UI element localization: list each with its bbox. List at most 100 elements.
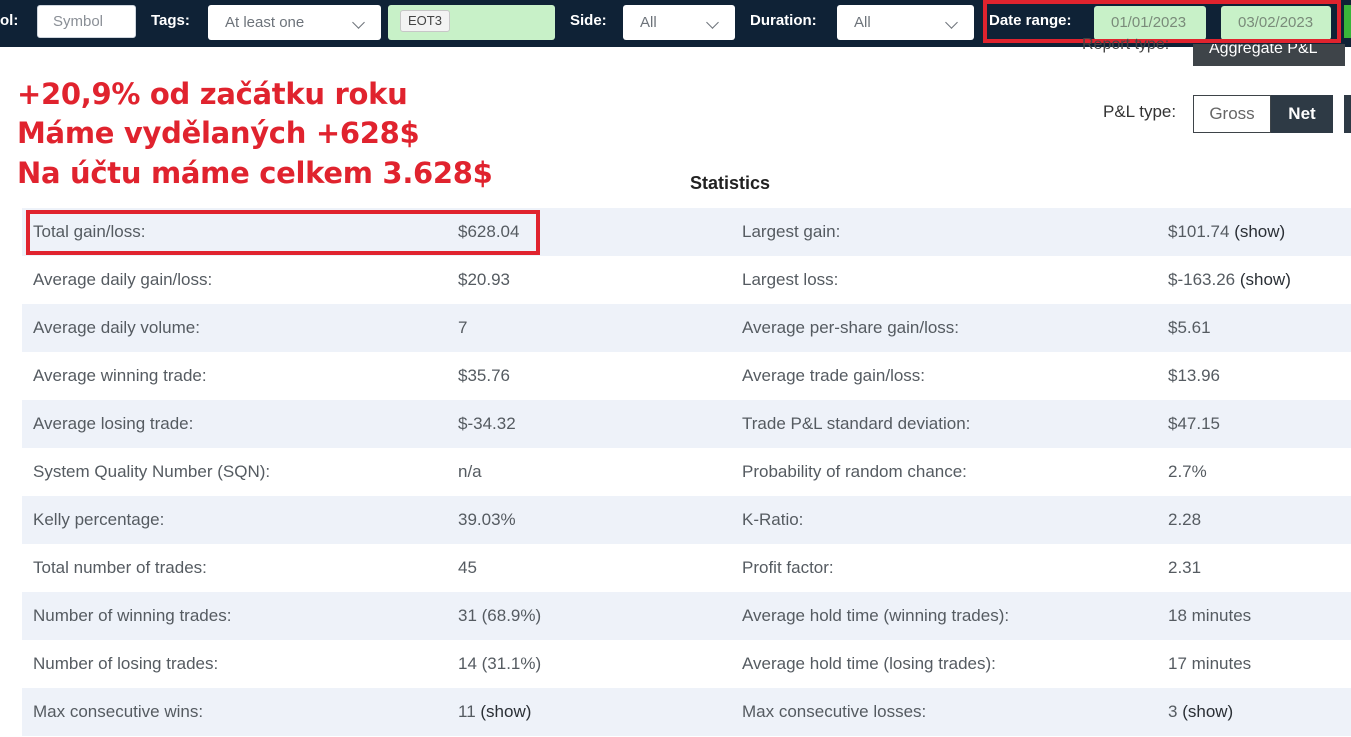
- stat-label: Average daily volume:: [33, 304, 200, 352]
- stat-label-text: Average hold time (winning trades):: [742, 606, 1010, 625]
- stat-value: $47.15: [1168, 400, 1220, 448]
- annotation-earned: Máme vydělaných +628$: [17, 116, 420, 150]
- duration-label: Duration:: [750, 12, 817, 29]
- show-link[interactable]: (show): [1182, 702, 1233, 721]
- stat-value-text: 17 minutes: [1168, 654, 1252, 673]
- stat-label: K-Ratio:: [742, 496, 803, 544]
- stat-value: 31 (68.9%): [458, 592, 541, 640]
- stat-value: $20.93: [458, 256, 510, 304]
- stat-value: $35.76: [458, 352, 510, 400]
- annotation-ytd-return: +20,9% od začátku roku: [17, 77, 408, 111]
- total-gain-highlight: [26, 210, 540, 255]
- stat-label-text: Average daily volume:: [33, 318, 200, 337]
- stat-value-text: 14 (31.1%): [458, 654, 542, 673]
- duration-select-value: All: [854, 14, 871, 31]
- stat-value-text: 2.28: [1168, 510, 1202, 529]
- divider: [1060, 47, 1351, 53]
- pl-type-gross-button[interactable]: Gross: [1193, 95, 1271, 133]
- stat-value: 18 minutes: [1168, 592, 1251, 640]
- stat-value-text: 3: [1168, 702, 1178, 721]
- tag-chip[interactable]: EOT3: [400, 10, 450, 32]
- stat-label-text: Largest gain:: [742, 222, 841, 241]
- side-select[interactable]: All: [623, 5, 735, 40]
- stat-value-text: 31 (68.9%): [458, 606, 542, 625]
- tags-input[interactable]: EOT3: [388, 5, 555, 40]
- table-row: Number of losing trades: 14 (31.1%) Averag…: [22, 640, 1351, 688]
- pl-type-net-button[interactable]: Net: [1271, 95, 1333, 133]
- stat-label-text: Average winning trade:: [33, 366, 207, 385]
- duration-select[interactable]: All: [837, 5, 974, 40]
- stat-value-text: $47.15: [1168, 414, 1220, 433]
- stat-value: 45: [458, 544, 477, 592]
- stat-value: 11 (show): [458, 688, 531, 736]
- symbol-label: ol:: [0, 12, 19, 29]
- stat-value-text: 11: [458, 702, 476, 721]
- stat-value: $-34.32: [458, 400, 516, 448]
- stat-label: Largest loss:: [742, 256, 838, 304]
- stat-label: Average winning trade:: [33, 352, 207, 400]
- chevron-down-icon: [945, 16, 958, 29]
- stat-value-text: $-34.32: [458, 414, 516, 433]
- toolbar-button-edge[interactable]: [1344, 95, 1351, 133]
- table-row: Kelly percentage: 39.03% K-Ratio: 2.28: [22, 496, 1351, 544]
- stat-value-text: $101.74: [1168, 222, 1230, 241]
- stat-value: $13.96: [1168, 352, 1220, 400]
- stat-value: 17 minutes: [1168, 640, 1251, 688]
- table-row: Total number of trades: 45 Profit factor: 2…: [22, 544, 1351, 592]
- stat-label-text: Max consecutive losses:: [742, 702, 927, 721]
- show-link[interactable]: (show): [480, 702, 531, 721]
- stat-label-text: Average daily gain/loss:: [33, 270, 213, 289]
- stat-label-text: Average trade gain/loss:: [742, 366, 926, 385]
- tags-label: Tags:: [151, 12, 190, 29]
- stat-value: 7: [458, 304, 467, 352]
- symbol-input[interactable]: Symbol: [37, 5, 136, 38]
- stat-label-text: System Quality Number (SQN):: [33, 462, 271, 481]
- table-row: System Quality Number (SQN): n/a Probabili…: [22, 448, 1351, 496]
- stat-value: 3 (show): [1168, 688, 1233, 736]
- pl-type-label: P&L type:: [1103, 102, 1177, 121]
- table-row: Average winning trade: $35.76 Average trad…: [22, 352, 1351, 400]
- annotation-account-total: Na účtu máme celkem 3.628$: [17, 156, 493, 190]
- table-row: Number of winning trades: 31 (68.9%) Avera…: [22, 592, 1351, 640]
- stat-label-text: Kelly percentage:: [33, 510, 165, 529]
- table-row: Average losing trade: $-34.32 Trade P&L st…: [22, 400, 1351, 448]
- stat-label: Max consecutive losses:: [742, 688, 926, 736]
- stat-value-text: $13.96: [1168, 366, 1220, 385]
- stat-label: Average losing trade:: [33, 400, 193, 448]
- stat-label-text: Trade P&L standard deviation:: [742, 414, 971, 433]
- show-link[interactable]: (show): [1234, 222, 1285, 241]
- side-label: Side:: [570, 12, 607, 29]
- stat-label-text: Average per-share gain/loss:: [742, 318, 960, 337]
- stat-label: Average hold time (losing trades):: [742, 640, 996, 688]
- stat-label-text: Largest loss:: [742, 270, 839, 289]
- show-link[interactable]: (show): [1240, 270, 1291, 289]
- stat-value-text: 2.31: [1168, 558, 1202, 577]
- stat-label-text: Probability of random chance:: [742, 462, 967, 481]
- symbol-placeholder: Symbol: [53, 13, 104, 30]
- stat-label: Largest gain:: [742, 208, 840, 256]
- stat-value: $5.61: [1168, 304, 1211, 352]
- stat-value: 14 (31.1%): [458, 640, 541, 688]
- stat-value-text: n/a: [458, 462, 482, 481]
- stat-value-text: $35.76: [458, 366, 510, 385]
- apply-button-edge[interactable]: [1344, 5, 1351, 38]
- stat-label-text: Profit factor:: [742, 558, 834, 577]
- stat-value: n/a: [458, 448, 482, 496]
- stat-label: Number of winning trades:: [33, 592, 231, 640]
- stat-label: Profit factor:: [742, 544, 834, 592]
- stat-label-text: K-Ratio:: [742, 510, 804, 529]
- tags-select[interactable]: At least one: [208, 5, 381, 40]
- stat-value: $101.74 (show): [1168, 208, 1285, 256]
- stat-value-text: $5.61: [1168, 318, 1211, 337]
- stat-value: 2.7%: [1168, 448, 1207, 496]
- table-row: Average daily gain/loss: $20.93 Largest lo…: [22, 256, 1351, 304]
- stat-label: Average daily gain/loss:: [33, 256, 212, 304]
- stat-label: System Quality Number (SQN):: [33, 448, 270, 496]
- stat-value-text: 2.7%: [1168, 462, 1207, 481]
- stat-label: Average per-share gain/loss:: [742, 304, 959, 352]
- stat-value-text: 39.03%: [458, 510, 516, 529]
- stat-label: Max consecutive wins:: [33, 688, 203, 736]
- statistics-title: Statistics: [690, 173, 771, 193]
- stat-value-text: $-163.26: [1168, 270, 1236, 289]
- stat-label: Number of losing trades:: [33, 640, 218, 688]
